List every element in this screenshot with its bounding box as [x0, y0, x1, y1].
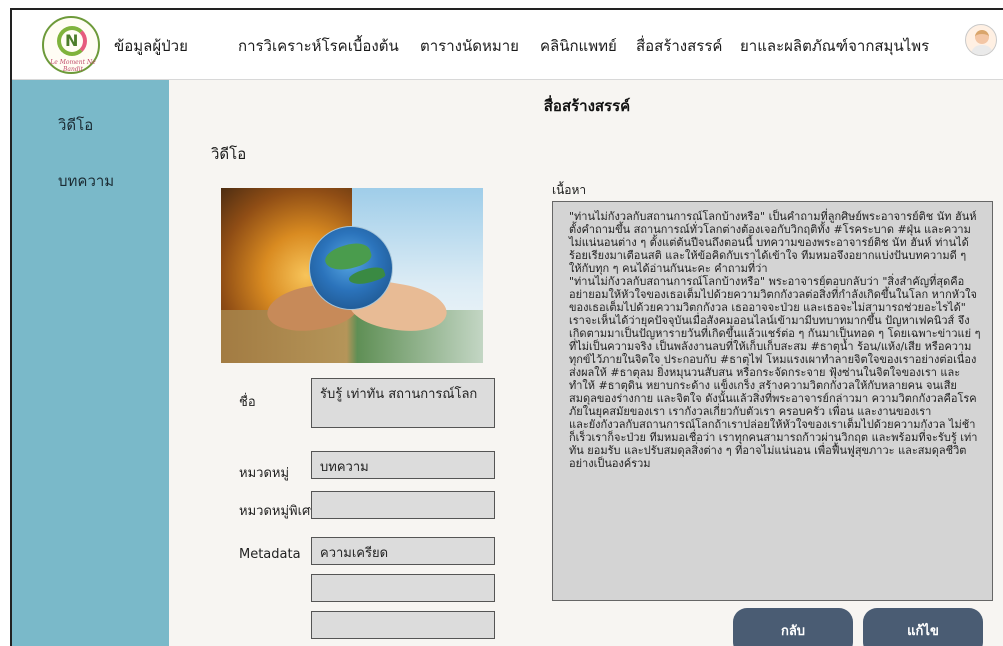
avatar-body	[971, 45, 993, 55]
name-field[interactable]: รับรู้ เท่าทัน สถานการณ์โลก	[311, 378, 495, 428]
nav-patient-info[interactable]: ข้อมูลผู้ป่วย	[114, 34, 188, 58]
extra-metadata-field-2[interactable]	[311, 611, 495, 639]
doctor-avatar-icon[interactable]	[965, 24, 997, 56]
special-category-label: หมวดหมู่พิเศษ	[239, 504, 319, 519]
extra-metadata-field-1[interactable]	[311, 574, 495, 602]
back-button[interactable]: กลับ	[733, 608, 853, 646]
edit-button[interactable]: แก้ไข	[863, 608, 983, 646]
top-navigation: N Le Moment Ne Bandit ข้อมูลผู้ป่วย การว…	[12, 10, 1003, 80]
content-label: เนื้อหา	[552, 183, 587, 197]
nav-appointment-schedule[interactable]: ตารางนัดหมาย	[420, 34, 519, 58]
sidebar: วิดีโอ บทความ	[12, 80, 169, 646]
logo-text: Le Moment Ne Bandit	[50, 59, 96, 73]
article-image	[221, 188, 483, 363]
nav-creative-media[interactable]: สื่อสร้างสรรค์	[636, 34, 722, 58]
category-field[interactable]: บทความ	[311, 451, 495, 479]
main-content: สื่อสร้างสรรค์ วิดีโอ ชื่อ รับรู้ เท่าทั…	[169, 80, 1003, 646]
application-frame: N Le Moment Ne Bandit ข้อมูลผู้ป่วย การว…	[10, 8, 1003, 646]
name-label: ชื่อ	[239, 395, 256, 410]
nav-doctor-clinic[interactable]: คลินิกแพทย์	[540, 34, 617, 58]
category-label: หมวดหมู่	[239, 466, 290, 481]
page-title: สื่อสร้างสรรค์	[543, 97, 631, 115]
globe-image	[309, 226, 393, 310]
sidebar-item-article[interactable]: บทความ	[58, 169, 114, 193]
nav-herbal-products[interactable]: ยาและผลิตภัณฑ์จากสมุนไพร	[740, 34, 929, 58]
logo-symbol-icon: N	[65, 31, 79, 50]
content-text: "ท่านไม่กังวลกับสถานการณ์โลกบ้างหรือ" เป…	[569, 210, 981, 470]
nav-preliminary-analysis[interactable]: การวิเคราะห์โรคเบื้องต้น	[238, 34, 399, 58]
avatar-head	[975, 30, 989, 44]
sidebar-item-video[interactable]: วิดีโอ	[58, 113, 93, 137]
special-category-field[interactable]	[311, 491, 495, 519]
metadata-label: Metadata	[239, 547, 301, 562]
herbal-clinic-logo[interactable]: N Le Moment Ne Bandit	[42, 16, 100, 74]
metadata-field[interactable]: ความเครียด	[311, 537, 495, 565]
content-textarea[interactable]: "ท่านไม่กังวลกับสถานการณ์โลกบ้างหรือ" เป…	[552, 201, 993, 601]
section-title: วิดีโอ	[211, 145, 247, 163]
